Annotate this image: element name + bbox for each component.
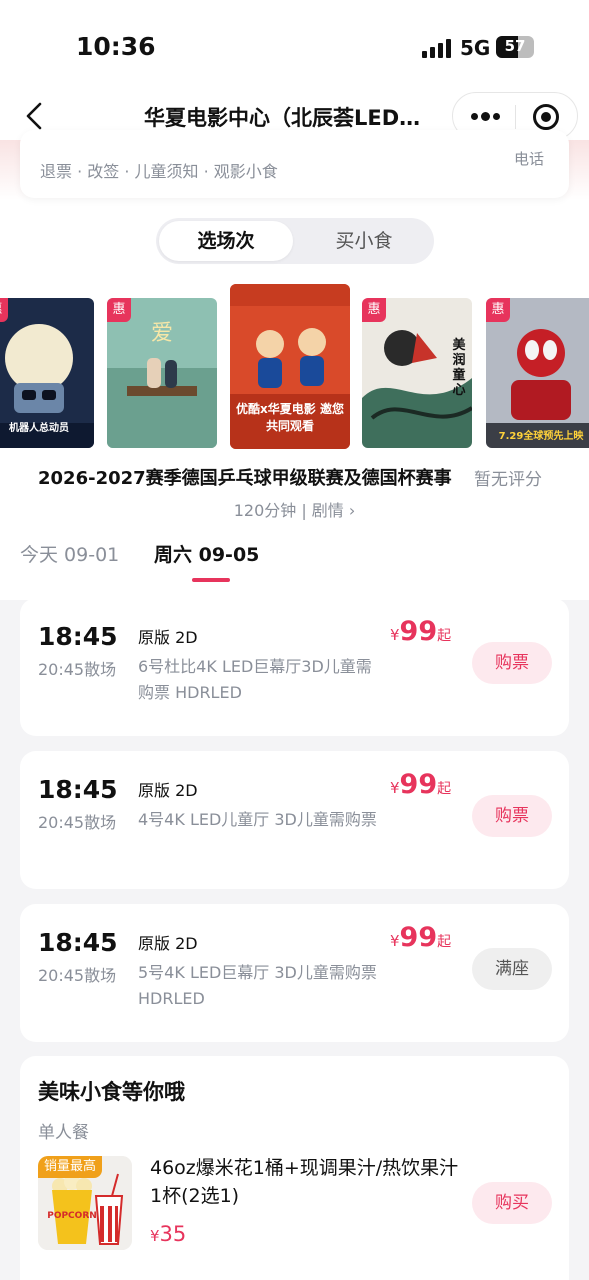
date-tab-today[interactable]: 今天 09-01 <box>20 540 119 567</box>
date-tab-saturday[interactable]: 周六 09-05 <box>154 540 259 567</box>
tab-buy-snacks[interactable]: 买小食 <box>297 221 431 261</box>
chevron-left-icon <box>26 102 42 130</box>
snacks-title: 美味小食等你哦 <box>38 1080 185 1104</box>
hall-name: 5号4K LED巨幕厅 3D儿童需购票 HDRLED <box>138 963 377 1008</box>
price-label: ¥99起 <box>390 616 452 647</box>
poster-spiderman[interactable]: 惠 7.29全球预先上映 <box>486 298 589 448</box>
poster-tabletennis[interactable]: 优酷x华夏电影 邀您共同观看 <box>230 284 350 449</box>
poster-carousel[interactable]: 惠 机器人总动员 爱 惠 优酷x华夏电影 邀您共同观看 <box>0 284 589 454</box>
snack-name: 46oz爆米花1桶+现调果汁/热饮果汁1杯(2选1) <box>150 1157 459 1207</box>
tab-select-showtime[interactable]: 选场次 <box>159 221 293 261</box>
svg-text:POPCORN: POPCORN <box>47 1211 97 1221</box>
buy-ticket-button[interactable]: 购票 <box>472 642 552 684</box>
movie-meta-link[interactable]: 120分钟 | 剧情 › <box>0 497 589 521</box>
snacks-category: 单人餐 <box>38 1123 89 1143</box>
poster-caption: 机器人总动员 <box>9 423 69 434</box>
cinema-services[interactable]: 退票 · 改签 · 儿童须知 · 观影小食 <box>40 158 278 182</box>
cinema-info-card: 退票 · 改签 · 儿童须知 · 观影小食 电话 <box>20 130 569 198</box>
showtime-card[interactable]: 18:45 20:45散场 原版 2D 4号4K LED儿童厅 3D儿童需购票 … <box>20 751 569 889</box>
discount-badge: 惠 <box>486 298 510 322</box>
poster-caption: 7.29全球预先上映 <box>498 431 584 442</box>
start-time: 18:45 <box>38 775 118 804</box>
movie-rating: 暂无评分 <box>474 470 542 490</box>
poster-ink[interactable]: 惠 美润童心 <box>362 298 472 448</box>
price-label: ¥99起 <box>390 769 452 800</box>
movie-title: 2026-2027赛季德国乒乓球甲级联赛及德国杯赛事 <box>38 468 452 489</box>
capsule-divider <box>515 105 516 129</box>
start-time: 18:45 <box>38 928 118 957</box>
snack-price: ¥35 <box>150 1222 187 1246</box>
snack-image[interactable]: POPCORN 销量最高 <box>38 1156 132 1250</box>
more-icon[interactable] <box>471 112 500 121</box>
showtime-card[interactable]: 18:45 20:45散场 原版 2D 5号4K LED巨幕厅 3D儿童需购票 … <box>20 904 569 1042</box>
showtime-card[interactable]: 18:45 20:45散场 原版 2D 6号杜比4K LED巨幕厅3D儿童需购票… <box>20 598 569 736</box>
end-time: 20:45散场 <box>38 813 117 832</box>
active-date-indicator <box>192 578 230 582</box>
segment-tabs: 选场次 买小食 <box>156 218 434 264</box>
poster-romance[interactable]: 爱 惠 <box>107 298 217 448</box>
version-label: 原版 2D <box>138 934 198 953</box>
phone-button[interactable]: 电话 <box>514 148 544 169</box>
end-time: 20:45散场 <box>38 660 117 679</box>
network-label: 5G <box>460 36 491 60</box>
end-time: 20:45散场 <box>38 966 117 985</box>
battery-icon: 57 <box>496 36 534 58</box>
buy-ticket-button[interactable]: 购票 <box>472 795 552 837</box>
status-time: 10:36 <box>76 32 156 61</box>
hall-name: 6号杜比4K LED巨幕厅3D儿童需购票 HDRLED <box>138 657 372 702</box>
version-label: 原版 2D <box>138 781 198 800</box>
page-title: 华夏电影中心（北辰荟LED… <box>144 106 421 130</box>
signal-icon <box>422 38 452 58</box>
poster-caption: 优酷x华夏电影 邀您共同观看 <box>236 402 344 433</box>
buy-snack-button[interactable]: 购买 <box>472 1182 552 1224</box>
poster-wall-e[interactable]: 惠 机器人总动员 <box>0 298 94 448</box>
discount-badge: 惠 <box>107 298 131 322</box>
version-label: 原版 2D <box>138 628 198 647</box>
price-label: ¥99起 <box>390 922 452 953</box>
best-seller-badge: 销量最高 <box>38 1156 103 1178</box>
poster-caption: 美润童心 <box>452 338 466 398</box>
battery-level: 57 <box>504 37 526 55</box>
discount-badge: 惠 <box>362 298 386 322</box>
hall-name: 4号4K LED儿童厅 3D儿童需购票 <box>138 810 377 829</box>
snacks-section: 美味小食等你哦 单人餐 POPCORN 销量最高 46oz爆米花1桶+现调果汁/… <box>20 1056 569 1280</box>
start-time: 18:45 <box>38 622 118 651</box>
status-bar: 10:36 5G 57 <box>0 0 589 90</box>
svg-text:爱: 爱 <box>151 321 173 346</box>
back-button[interactable] <box>20 98 50 134</box>
discount-badge: 惠 <box>0 298 8 322</box>
close-target-icon[interactable] <box>533 104 559 130</box>
sold-out-button[interactable]: 满座 <box>472 948 552 990</box>
